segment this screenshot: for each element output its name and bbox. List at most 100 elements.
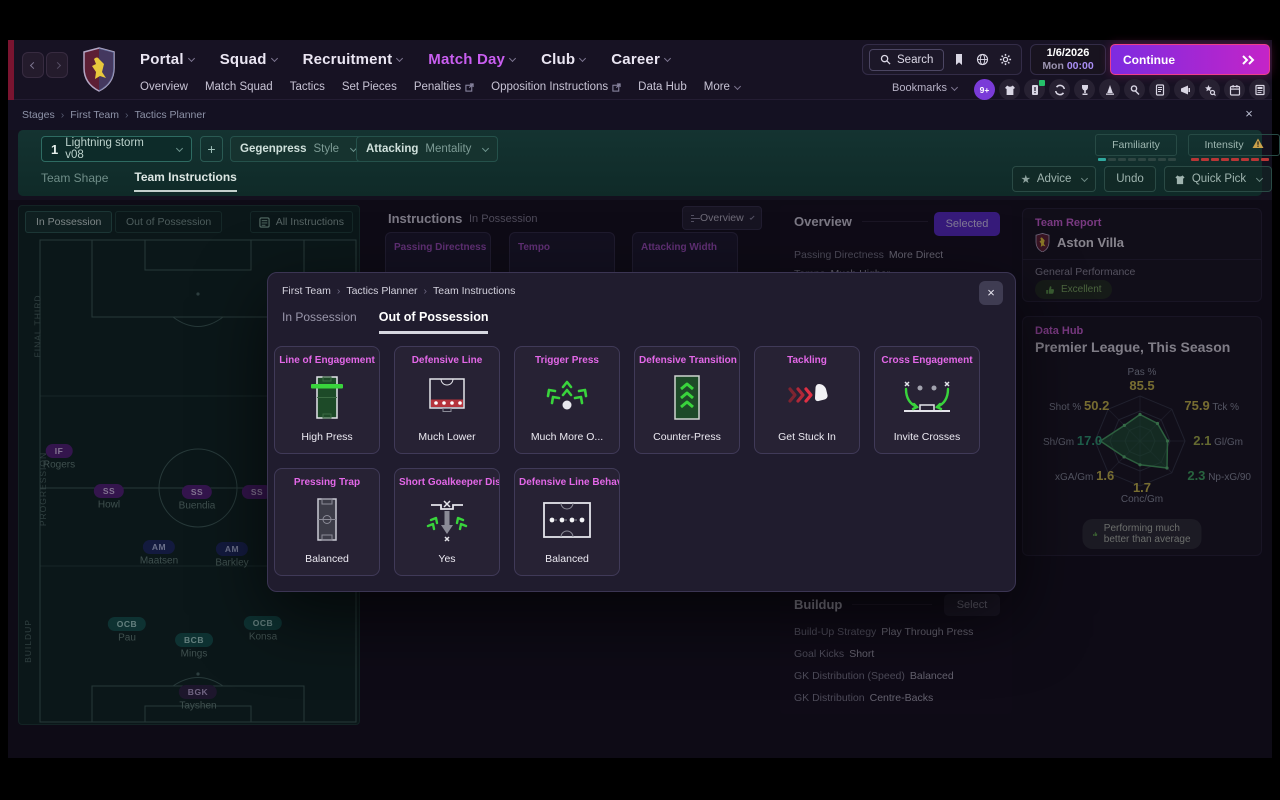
date-text: 1/6/2026 — [1031, 47, 1105, 60]
defensive-line-icon — [417, 374, 477, 422]
tab-team-shape[interactable]: Team Shape — [41, 171, 108, 191]
main-nav: Portal Squad Recruitment Match Day Club Caree… — [140, 47, 670, 71]
instruction-card-pressing-trap[interactable]: Pressing TrapBalanced — [274, 468, 380, 576]
instruction-card-value: Balanced — [275, 553, 379, 565]
instruction-card-defensive-line[interactable]: Defensive LineMuch Lower — [394, 346, 500, 454]
instruction-card-value: Invite Crosses — [875, 431, 979, 443]
cross-engagement-icon — [897, 374, 957, 422]
nav-squad[interactable]: Squad — [220, 51, 277, 68]
continue-button[interactable]: Continue — [1110, 44, 1270, 75]
bookmarks-dropdown[interactable]: Bookmarks — [892, 82, 957, 94]
club-crest[interactable] — [82, 47, 116, 98]
sync-icon[interactable] — [1049, 79, 1070, 100]
instruction-card-title: Tackling — [755, 355, 859, 367]
modal-tab-in-possession[interactable]: In Possession — [282, 310, 357, 334]
instruction-card-value: Yes — [395, 553, 499, 565]
nav-career[interactable]: Career — [611, 51, 670, 68]
instruction-card-value: Much Lower — [395, 431, 499, 443]
instruction-card-line-of-engagement[interactable]: Line of EngagementHigh Press — [274, 346, 380, 454]
instruction-card-value: Much More O... — [515, 431, 619, 443]
warning-icon — [1252, 138, 1264, 149]
subnav-data-hub[interactable]: Data Hub — [638, 81, 687, 93]
time-text: 00:00 — [1067, 60, 1094, 72]
nav-club[interactable]: Club — [541, 51, 585, 68]
modal-breadcrumb-first-team[interactable]: First Team — [282, 285, 331, 297]
screen: Portal Squad Recruitment Match Day Club Caree… — [0, 0, 1280, 800]
team-instructions-modal: First Team› Tactics Planner› Team Instru… — [267, 272, 1016, 592]
subnav-more[interactable]: More — [704, 81, 740, 93]
close-page-icon[interactable]: × — [1240, 106, 1258, 124]
subnav-opposition-instructions[interactable]: Opposition Instructions — [491, 81, 621, 93]
short-gk-distribution-icon — [417, 496, 477, 544]
instruction-card-cross-engagement[interactable]: Cross EngagementInvite Crosses — [874, 346, 980, 454]
report-card-icon[interactable] — [1024, 79, 1045, 100]
add-tactic-button[interactable]: + — [200, 136, 223, 162]
subnav-set-pieces[interactable]: Set Pieces — [342, 81, 397, 93]
training-icon[interactable] — [1099, 79, 1120, 100]
instruction-card-defensive-line-behavio[interactable]: Defensive Line BehavioBalanced — [514, 468, 620, 576]
style-label: Style — [313, 143, 339, 155]
subnav-tactics[interactable]: Tactics — [290, 81, 325, 93]
instruction-card-title: Line of Engagement — [275, 355, 379, 367]
instruction-card-title: Trigger Press — [515, 355, 619, 367]
advice-label: Advice — [1037, 173, 1072, 185]
tackling-icon — [777, 374, 837, 422]
forward-button[interactable] — [46, 52, 68, 78]
breadcrumb-stages[interactable]: Stages — [22, 109, 55, 121]
nav-match-day[interactable]: Match Day — [428, 51, 515, 68]
breadcrumb-tactics-planner[interactable]: Tactics Planner — [135, 109, 206, 121]
tab-team-instructions[interactable]: Team Instructions — [134, 170, 236, 192]
instruction-card-value: Counter-Press — [635, 431, 739, 443]
modal-tab-out-of-possession[interactable]: Out of Possession — [379, 310, 489, 334]
sub-nav: Overview Match Squad Tactics Set Pieces Pena… — [140, 79, 740, 95]
top-bar: Portal Squad Recruitment Match Day Club Caree… — [8, 40, 1272, 100]
style-select[interactable]: Gegenpress Style — [230, 136, 366, 162]
notes-icon[interactable] — [1149, 79, 1170, 100]
intensity-meter: Intensity — [1188, 134, 1280, 156]
tactic-toolbar: 1 Lightning storm v08 + Gegenpress Style… — [18, 130, 1262, 196]
nav-recruitment[interactable]: Recruitment — [303, 51, 403, 68]
trophy-icon[interactable] — [1074, 79, 1095, 100]
trigger-press-icon — [537, 374, 597, 422]
announcement-icon[interactable] — [1174, 79, 1195, 100]
modal-close-button[interactable]: × — [979, 281, 1003, 305]
undo-button[interactable]: Undo — [1104, 166, 1156, 192]
search-star-icon[interactable] — [1199, 79, 1220, 100]
instruction-card-short-goalkeeper-distr[interactable]: Short Goalkeeper Distr Yes — [394, 468, 500, 576]
subnav-penalties[interactable]: Penalties — [414, 81, 474, 93]
quick-pick-button[interactable]: Quick Pick — [1164, 166, 1272, 192]
modal-breadcrumb: First Team› Tactics Planner› Team Instru… — [282, 285, 515, 297]
inbox-chat-icon[interactable]: 9+ — [974, 79, 995, 100]
advice-button[interactable]: ★ Advice — [1012, 166, 1096, 192]
subnav-match-squad[interactable]: Match Squad — [205, 81, 273, 93]
instruction-card-tackling[interactable]: Tackling Get Stuck In — [754, 346, 860, 454]
instruction-card-trigger-press[interactable]: Trigger Press Much More O... — [514, 346, 620, 454]
search-button[interactable]: Search — [869, 49, 944, 71]
instruction-card-defensive-transition[interactable]: Defensive TransitionCounter-Press — [634, 346, 740, 454]
shirt-icon — [1174, 174, 1186, 185]
scouting-icon[interactable] — [1124, 79, 1145, 100]
tactic-select[interactable]: 1 Lightning storm v08 — [41, 136, 192, 162]
mentality-label: Mentality — [425, 143, 471, 155]
date-display[interactable]: 1/6/2026 Mon 00:00 — [1030, 44, 1106, 75]
kit-icon[interactable] — [999, 79, 1020, 100]
subnav-overview[interactable]: Overview — [140, 81, 188, 93]
modal-breadcrumb-tactics-planner[interactable]: Tactics Planner — [346, 285, 417, 297]
gear-icon[interactable] — [999, 53, 1013, 67]
bookmark-icon[interactable] — [953, 53, 967, 67]
instruction-card-title: Short Goalkeeper Distr — [395, 477, 499, 489]
nav-portal[interactable]: Portal — [140, 51, 194, 68]
instruction-card-title: Defensive Line Behavio — [515, 477, 619, 489]
double-chevron-icon — [1241, 55, 1257, 65]
world-icon[interactable] — [976, 53, 990, 67]
modal-breadcrumb-team-instructions: Team Instructions — [433, 285, 515, 297]
back-button[interactable] — [22, 52, 44, 78]
instruction-card-value: Get Stuck In — [755, 431, 859, 443]
search-icon — [880, 54, 891, 65]
undo-label: Undo — [1116, 173, 1144, 185]
mentality-select[interactable]: Attacking Mentality — [356, 136, 498, 162]
news-icon[interactable] — [1249, 79, 1270, 100]
calendar-icon[interactable] — [1224, 79, 1245, 100]
chevron-down-icon — [482, 144, 489, 151]
breadcrumb-first-team[interactable]: First Team — [70, 109, 119, 121]
